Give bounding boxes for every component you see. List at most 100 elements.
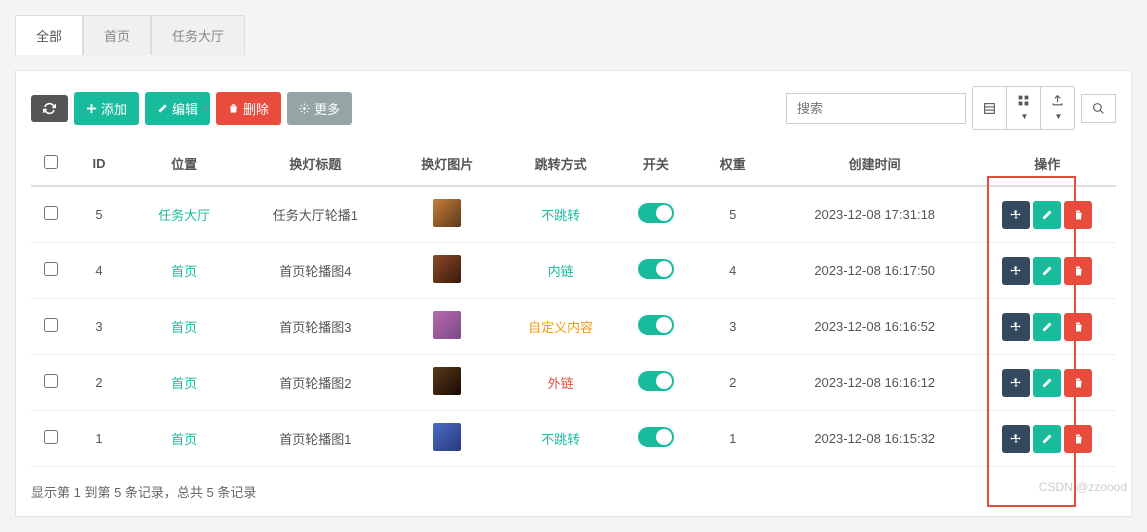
- jump-type: 不跳转: [541, 432, 580, 447]
- delete-button[interactable]: 删除: [216, 92, 281, 125]
- row-edit-button[interactable]: [1033, 257, 1061, 285]
- row-edit-button[interactable]: [1033, 313, 1061, 341]
- tab-首页[interactable]: 首页: [83, 15, 151, 55]
- move-button[interactable]: [1002, 201, 1030, 229]
- position-link[interactable]: 首页: [171, 264, 197, 279]
- col-weight[interactable]: 权重: [695, 142, 771, 186]
- more-label: 更多: [314, 99, 340, 118]
- col-jump[interactable]: 跳转方式: [504, 142, 617, 186]
- row-edit-button[interactable]: [1033, 369, 1061, 397]
- toggle-switch[interactable]: [638, 203, 674, 223]
- row-actions: [1002, 313, 1092, 341]
- table-wrapper: ID 位置 换灯标题 换灯图片 跳转方式 开关 权重 创建时间 操作 5 任务大厅…: [31, 142, 1116, 467]
- cell-title: 首页轮播图1: [241, 411, 391, 467]
- chevron-down-icon: ▼: [1021, 112, 1029, 121]
- toggle-switch[interactable]: [638, 259, 674, 279]
- row-delete-button[interactable]: [1064, 425, 1092, 453]
- cell-weight[interactable]: 4: [695, 243, 771, 299]
- plus-icon: [86, 103, 97, 114]
- jump-type: 不跳转: [541, 208, 580, 223]
- watermark: CSDN @zzoood: [1039, 480, 1127, 494]
- table-row: 5任务大厅任务大厅轮播1不跳转52023-12-08 17:31:18: [31, 186, 1116, 243]
- row-actions: [1002, 425, 1092, 453]
- view-btn-group: ▼ ▼: [972, 86, 1075, 130]
- refresh-button[interactable]: [31, 95, 68, 122]
- col-created[interactable]: 创建时间: [771, 142, 979, 186]
- row-delete-button[interactable]: [1064, 257, 1092, 285]
- position-link[interactable]: 首页: [171, 432, 197, 447]
- thumbnail-image[interactable]: [433, 367, 461, 395]
- move-button[interactable]: [1002, 257, 1030, 285]
- col-id[interactable]: ID: [70, 142, 128, 186]
- move-button[interactable]: [1002, 369, 1030, 397]
- thumbnail-image[interactable]: [433, 199, 461, 227]
- chevron-down-icon: ▼: [1055, 112, 1063, 121]
- toolbar-right: ▼ ▼: [786, 86, 1116, 130]
- jump-type: 外链: [548, 376, 574, 391]
- grid-view-button[interactable]: ▼: [1006, 86, 1041, 130]
- row-checkbox[interactable]: [44, 206, 58, 220]
- export-button[interactable]: ▼: [1040, 86, 1075, 130]
- row-delete-button[interactable]: [1064, 313, 1092, 341]
- cell-weight[interactable]: 2: [695, 355, 771, 411]
- cell-weight[interactable]: 3: [695, 299, 771, 355]
- list-view-button[interactable]: [972, 86, 1007, 130]
- search-icon: [1092, 102, 1105, 115]
- thumbnail-image[interactable]: [433, 423, 461, 451]
- row-checkbox[interactable]: [44, 318, 58, 332]
- row-edit-button[interactable]: [1033, 425, 1061, 453]
- toggle-switch[interactable]: [638, 315, 674, 335]
- col-image[interactable]: 换灯图片: [390, 142, 504, 186]
- toggle-switch[interactable]: [638, 371, 674, 391]
- pagination-info: 显示第 1 到第 5 条记录，总共 5 条记录: [31, 482, 1116, 501]
- row-delete-button[interactable]: [1064, 369, 1092, 397]
- delete-label: 删除: [243, 99, 269, 118]
- main-panel: 添加 编辑 删除 更多 ▼ ▼: [15, 70, 1132, 517]
- row-checkbox[interactable]: [44, 374, 58, 388]
- move-button[interactable]: [1002, 313, 1030, 341]
- more-button[interactable]: 更多: [287, 92, 352, 125]
- edit-button[interactable]: 编辑: [145, 92, 210, 125]
- toggle-switch[interactable]: [638, 427, 674, 447]
- gear-icon: [299, 103, 310, 114]
- search-input[interactable]: [786, 93, 966, 124]
- row-checkbox[interactable]: [44, 430, 58, 444]
- row-edit-button[interactable]: [1033, 201, 1061, 229]
- cell-created: 2023-12-08 16:16:52: [771, 299, 979, 355]
- tab-任务大厅[interactable]: 任务大厅: [151, 15, 245, 55]
- position-link[interactable]: 首页: [171, 376, 197, 391]
- move-button[interactable]: [1002, 425, 1030, 453]
- jump-type: 自定义内容: [528, 320, 593, 335]
- cell-id: 1: [70, 411, 128, 467]
- thumbnail-image[interactable]: [433, 255, 461, 283]
- col-switch[interactable]: 开关: [617, 142, 695, 186]
- export-icon: [1051, 94, 1064, 107]
- cell-created: 2023-12-08 17:31:18: [771, 186, 979, 243]
- col-position[interactable]: 位置: [128, 142, 241, 186]
- edit-label: 编辑: [172, 99, 198, 118]
- add-button[interactable]: 添加: [74, 92, 139, 125]
- cell-weight[interactable]: 5: [695, 186, 771, 243]
- table-header-row: ID 位置 换灯标题 换灯图片 跳转方式 开关 权重 创建时间 操作: [31, 142, 1116, 186]
- row-checkbox[interactable]: [44, 262, 58, 276]
- cell-title: 首页轮播图4: [241, 243, 391, 299]
- cell-created: 2023-12-08 16:16:12: [771, 355, 979, 411]
- cell-title: 首页轮播图2: [241, 355, 391, 411]
- tabs: 全部首页任务大厅: [15, 15, 1132, 55]
- position-link[interactable]: 任务大厅: [158, 208, 210, 223]
- cell-created: 2023-12-08 16:15:32: [771, 411, 979, 467]
- cell-created: 2023-12-08 16:17:50: [771, 243, 979, 299]
- toolbar: 添加 编辑 删除 更多 ▼ ▼: [31, 86, 1116, 130]
- col-title[interactable]: 换灯标题: [241, 142, 391, 186]
- cell-weight[interactable]: 1: [695, 411, 771, 467]
- cell-id: 4: [70, 243, 128, 299]
- thumbnail-image[interactable]: [433, 311, 461, 339]
- jump-type: 内链: [548, 264, 574, 279]
- row-delete-button[interactable]: [1064, 201, 1092, 229]
- search-button[interactable]: [1081, 94, 1116, 123]
- list-icon: [983, 102, 996, 115]
- tab-全部[interactable]: 全部: [15, 15, 83, 55]
- table-row: 2首页首页轮播图2外链22023-12-08 16:16:12: [31, 355, 1116, 411]
- select-all-checkbox[interactable]: [44, 155, 58, 169]
- position-link[interactable]: 首页: [171, 320, 197, 335]
